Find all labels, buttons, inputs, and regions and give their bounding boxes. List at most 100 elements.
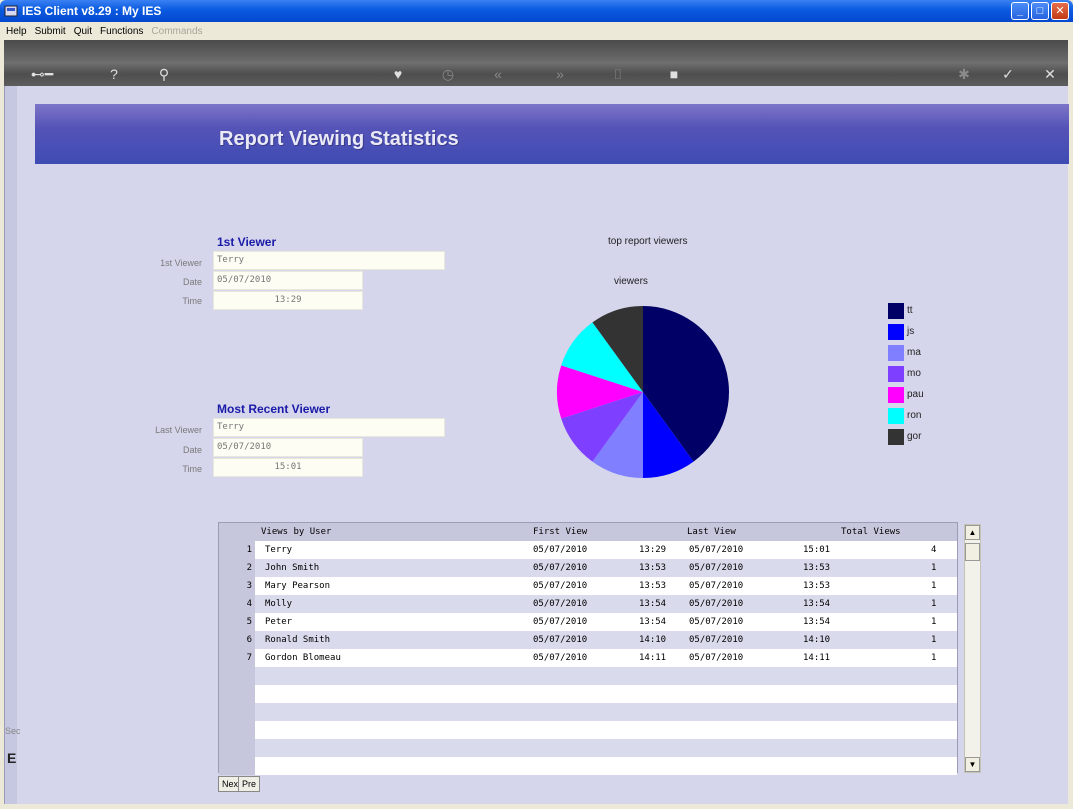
cell-user: Ronald Smith — [265, 635, 331, 645]
first-time-label: Time — [182, 296, 202, 306]
grid-icon[interactable]: ⌷ — [608, 64, 628, 84]
col-header-total: Total Views — [841, 527, 901, 537]
empty-row — [219, 703, 957, 721]
legend-label: js — [907, 326, 915, 337]
header-band — [35, 104, 1069, 164]
clock-icon[interactable]: ◷ — [438, 64, 458, 84]
cell-last-time: 14:10 — [803, 635, 831, 645]
menu-help[interactable]: Help — [6, 26, 27, 37]
empty-row — [219, 667, 957, 685]
check-icon[interactable]: ✓ — [998, 64, 1018, 84]
maximize-button[interactable]: □ — [1031, 2, 1049, 20]
legend-swatch — [888, 386, 904, 403]
pie-chart — [557, 306, 729, 478]
search-icon[interactable]: ⚲ — [154, 64, 174, 84]
legend-swatch — [888, 323, 904, 340]
menu-functions[interactable]: Functions — [100, 26, 143, 37]
key-icon[interactable]: ⊷━ — [22, 64, 62, 84]
toolbar-top — [4, 40, 1068, 62]
cell-last-date: 05/07/2010 — [689, 581, 744, 591]
chart-title: top report viewers — [608, 236, 688, 247]
first-time-field[interactable]: 13:29 — [213, 291, 363, 310]
left-strip — [5, 86, 17, 804]
forward-icon[interactable]: » — [550, 64, 570, 84]
cell-first-time: 13:53 — [639, 563, 667, 573]
legend-swatch — [888, 407, 904, 424]
scroll-down-icon[interactable]: ▼ — [965, 757, 980, 772]
legend-swatch — [888, 428, 904, 445]
help-icon[interactable]: ? — [104, 64, 124, 84]
cell-last-time: 14:11 — [803, 653, 831, 663]
table-row[interactable]: 6 Ronald Smith 05/07/2010 14:10 05/07/2010 14… — [219, 631, 957, 649]
first-date-label: Date — [182, 277, 202, 287]
table-row[interactable]: 2 John Smith 05/07/2010 13:53 05/07/2010 13:5… — [219, 559, 957, 577]
legend-label: pau — [907, 389, 924, 400]
table-scrollbar[interactable]: ▲ ▼ — [964, 524, 981, 773]
cell-first-date: 05/07/2010 — [533, 635, 588, 645]
table-row[interactable]: 5 Peter 05/07/2010 13:54 05/07/2010 13:54 1 — [219, 613, 957, 631]
cell-first-time: 13:54 — [639, 599, 667, 609]
menu-submit[interactable]: Submit — [35, 26, 66, 37]
empty-row — [219, 757, 957, 775]
col-header-last: Last View — [687, 527, 736, 537]
page-title: Report Viewing Statistics — [219, 128, 459, 150]
cell-first-time: 13:29 — [639, 545, 667, 555]
idx: 6 — [219, 631, 255, 649]
legend-swatch — [888, 365, 904, 382]
cell-total: 1 — [931, 635, 937, 645]
settings-icon[interactable]: ✱ — [954, 64, 974, 84]
row-index-cell — [219, 721, 255, 739]
recent-time-field[interactable]: 15:01 — [213, 458, 363, 477]
prev-button[interactable]: Pre — [238, 776, 261, 792]
empty-row — [219, 721, 957, 739]
rewind-icon[interactable]: « — [488, 64, 508, 84]
minimize-button[interactable]: _ — [1011, 2, 1029, 20]
empty-row — [219, 739, 957, 757]
cell-first-time: 13:54 — [639, 617, 667, 627]
table-row[interactable]: 4 Molly 05/07/2010 13:54 05/07/2010 13:54 1 — [219, 595, 957, 613]
first-date-field[interactable]: 05/07/2010 — [213, 271, 363, 290]
scroll-up-icon[interactable]: ▲ — [965, 525, 980, 540]
stop-icon[interactable]: ■ — [664, 64, 684, 84]
content-area: Report Viewing Statistics 1st Viewer 1st… — [4, 86, 1069, 804]
col-header-first: First View — [533, 527, 588, 537]
window-title: IES Client v8.29 : My IES — [22, 4, 162, 18]
cell-last-date: 05/07/2010 — [689, 599, 744, 609]
idx: 1 — [219, 541, 255, 559]
table-row[interactable]: 1 Terry 05/07/2010 13:29 05/07/2010 15:01 4 — [219, 541, 957, 559]
chart-legend: tt js ma mo pau ron gor — [888, 300, 924, 447]
row-index-cell — [219, 757, 255, 775]
legend-item-ma: ma — [888, 342, 924, 363]
table-row[interactable]: 3 Mary Pearson 05/07/2010 13:53 05/07/2010 13… — [219, 577, 957, 595]
table-row[interactable]: 7 Gordon Blomeau 05/07/2010 14:11 05/07/2010… — [219, 649, 957, 667]
scroll-thumb[interactable] — [965, 543, 980, 561]
row-index-cell — [219, 667, 255, 685]
cell-first-date: 05/07/2010 — [533, 599, 588, 609]
bottom-bar — [4, 804, 1068, 809]
views-table: Views by User First View Last View Total… — [218, 522, 958, 775]
first-viewer-field[interactable]: Terry — [213, 251, 445, 270]
idx: 2 — [219, 559, 255, 577]
cell-last-date: 05/07/2010 — [689, 635, 744, 645]
idx: 4 — [219, 595, 255, 613]
cell-user: Terry — [265, 545, 293, 555]
menu-quit[interactable]: Quit — [74, 26, 92, 37]
idx: 3 — [219, 577, 255, 595]
legend-label: ma — [907, 347, 921, 358]
recent-date-label: Date — [182, 445, 202, 455]
side-letter: E — [7, 750, 17, 766]
close-window-button[interactable]: ✕ — [1051, 2, 1069, 20]
heart-icon[interactable]: ♥ — [388, 64, 408, 84]
recent-date-field[interactable]: 05/07/2010 — [213, 438, 363, 457]
cell-user: Mary Pearson — [265, 581, 331, 591]
legend-swatch — [888, 344, 904, 361]
close-icon[interactable]: ✕ — [1040, 64, 1060, 84]
recent-viewer-field[interactable]: Terry — [213, 418, 445, 437]
cell-last-time: 13:53 — [803, 581, 831, 591]
window-controls: _ □ ✕ — [1011, 2, 1069, 20]
idx: 5 — [219, 613, 255, 631]
cell-first-date: 05/07/2010 — [533, 563, 588, 573]
side-label: Sec — [5, 726, 21, 736]
menu-commands: Commands — [151, 25, 203, 37]
cell-first-time: 14:11 — [639, 653, 667, 663]
